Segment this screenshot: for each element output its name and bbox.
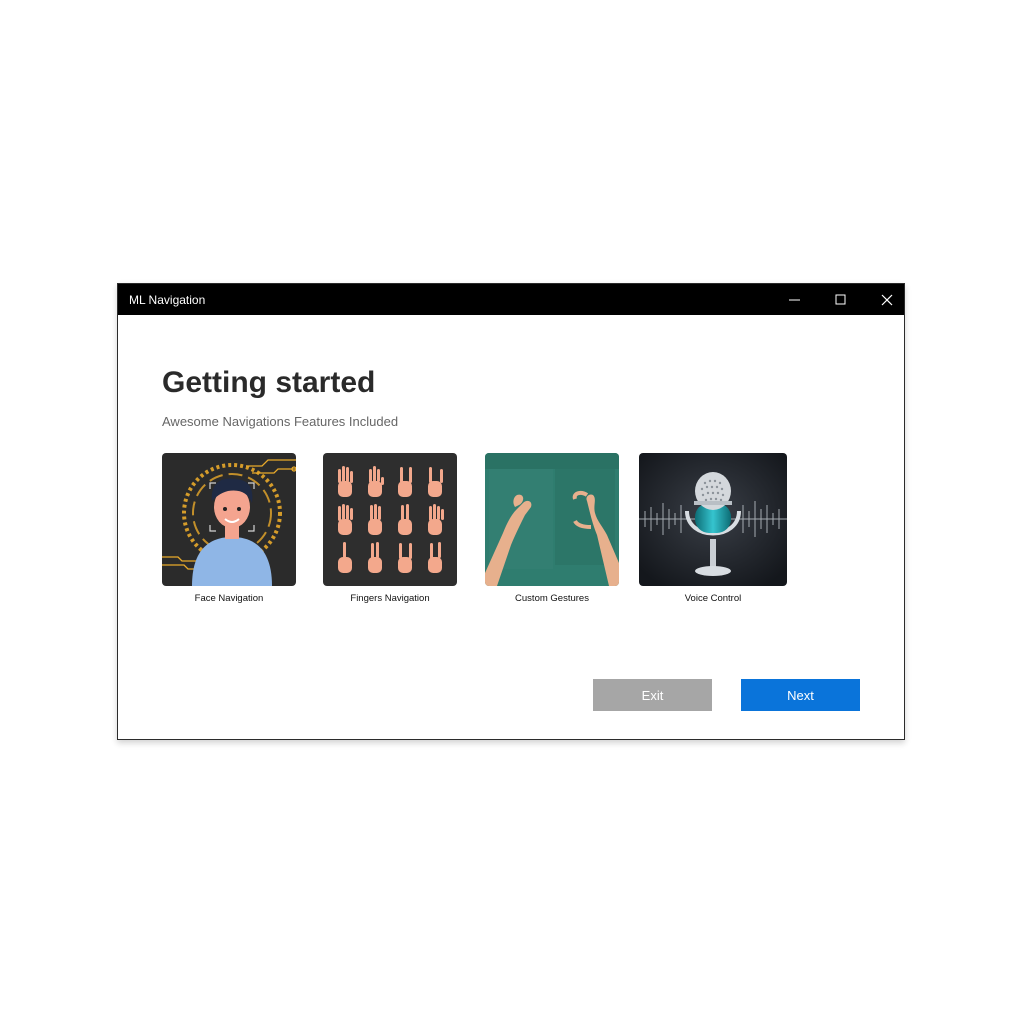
page-title: Getting started <box>162 366 376 399</box>
feature-custom-gestures[interactable]: Custom Gestures <box>485 453 619 604</box>
close-button[interactable] <box>864 284 910 315</box>
maximize-icon <box>835 294 846 305</box>
minimize-button[interactable] <box>772 284 818 315</box>
title-bar[interactable]: ML Navigation <box>118 284 904 315</box>
microphone-soundwave <box>639 453 787 586</box>
feature-label: Voice Control <box>684 593 742 604</box>
page-subtitle: Awesome Navigations Features Included <box>162 414 399 429</box>
face-scan-illustration <box>162 453 296 586</box>
feature-fingers-navigation[interactable]: Fingers Navigation <box>323 453 457 604</box>
window-title: ML Navigation <box>129 293 206 307</box>
hands-gesture-photo <box>485 453 619 586</box>
feature-label: Face Navigation <box>194 593 264 604</box>
feature-voice-control[interactable]: Voice Control <box>639 453 787 604</box>
exit-button[interactable]: Exit <box>593 679 712 711</box>
hand-gestures-grid <box>323 453 457 586</box>
close-icon <box>881 294 893 306</box>
maximize-button[interactable] <box>818 284 864 315</box>
feature-face-navigation[interactable]: Face Navigation <box>162 453 296 604</box>
next-button[interactable]: Next <box>741 679 860 711</box>
feature-label: Fingers Navigation <box>350 593 430 604</box>
feature-label: Custom Gestures <box>515 593 589 604</box>
app-window: ML Navigation Getting started Awesome Na… <box>117 283 905 740</box>
minimize-icon <box>789 299 800 301</box>
